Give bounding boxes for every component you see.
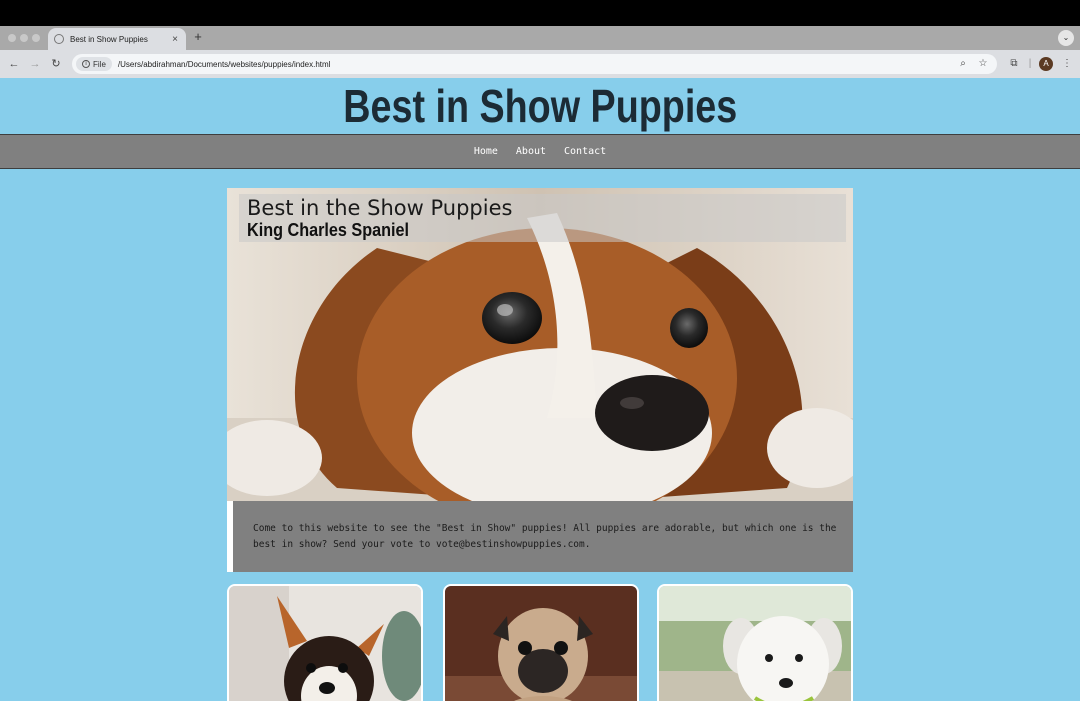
minimize-window-button[interactable] — [20, 34, 28, 42]
white-puppy-photo — [659, 586, 851, 701]
tab-title: Best in Show Puppies — [70, 34, 148, 44]
zoom-icon[interactable]: ⌕ — [956, 57, 970, 71]
browser-toolbar: ← → ↻ i File /Users/abdirahman/Documents… — [0, 50, 1080, 78]
corgi-photo — [229, 586, 421, 701]
close-window-button[interactable] — [8, 34, 16, 42]
info-icon: i — [82, 60, 90, 68]
tab-search-button[interactable]: ⌄ — [1058, 30, 1074, 46]
pug-photo — [445, 586, 637, 701]
hero-subtitle: King Charles Spaniel — [247, 220, 410, 240]
nav-link-about[interactable]: About — [516, 146, 546, 157]
intro-text: Come to this website to see the "Best in… — [253, 523, 837, 550]
puppy-card-white[interactable] — [657, 584, 853, 701]
site-nav: Home About Contact — [0, 134, 1080, 169]
puppy-card-corgi[interactable] — [227, 584, 423, 701]
toolbar-divider: | — [1028, 58, 1032, 69]
hero-title: Best in the Show Puppies — [247, 196, 513, 220]
profile-avatar[interactable]: A — [1039, 57, 1053, 71]
hero-caption: Best in the Show Puppies King Charles Sp… — [239, 194, 846, 242]
address-bar[interactable]: i File /Users/abdirahman/Documents/websi… — [72, 54, 997, 74]
back-icon[interactable]: ← — [6, 56, 22, 72]
reload-icon[interactable]: ↻ — [48, 56, 64, 72]
site-info-chip[interactable]: i File — [76, 57, 112, 71]
site-title: Best in Show Puppies — [342, 80, 738, 132]
nav-link-home[interactable]: Home — [474, 146, 498, 157]
close-tab-icon[interactable]: × — [170, 34, 180, 45]
file-label: File — [93, 59, 106, 69]
url-text[interactable]: /Users/abdirahman/Documents/websites/pup… — [118, 60, 331, 69]
nav-link-contact[interactable]: Contact — [564, 146, 606, 157]
new-tab-button[interactable]: + — [191, 30, 205, 44]
site-header: Best in Show Puppies — [0, 78, 1080, 134]
browser-tab[interactable]: Best in Show Puppies × — [48, 28, 186, 50]
extensions-icon[interactable]: ⧉ — [1006, 56, 1022, 72]
bookmark-star-icon[interactable]: ☆ — [976, 57, 990, 71]
intro-box: Come to this website to see the "Best in… — [227, 501, 853, 572]
os-menu-bar — [0, 0, 1080, 26]
globe-icon — [54, 34, 64, 44]
more-menu-icon[interactable]: ⋮ — [1059, 56, 1075, 72]
hero-banner: Best in the Show Puppies King Charles Sp… — [227, 188, 853, 501]
maximize-window-button[interactable] — [32, 34, 40, 42]
puppy-card-pug[interactable] — [443, 584, 639, 701]
tab-strip: Best in Show Puppies × + ⌄ — [0, 26, 1080, 50]
forward-icon[interactable]: → — [27, 56, 43, 72]
web-page: Best in Show Puppies Home About Contact — [0, 78, 1080, 701]
